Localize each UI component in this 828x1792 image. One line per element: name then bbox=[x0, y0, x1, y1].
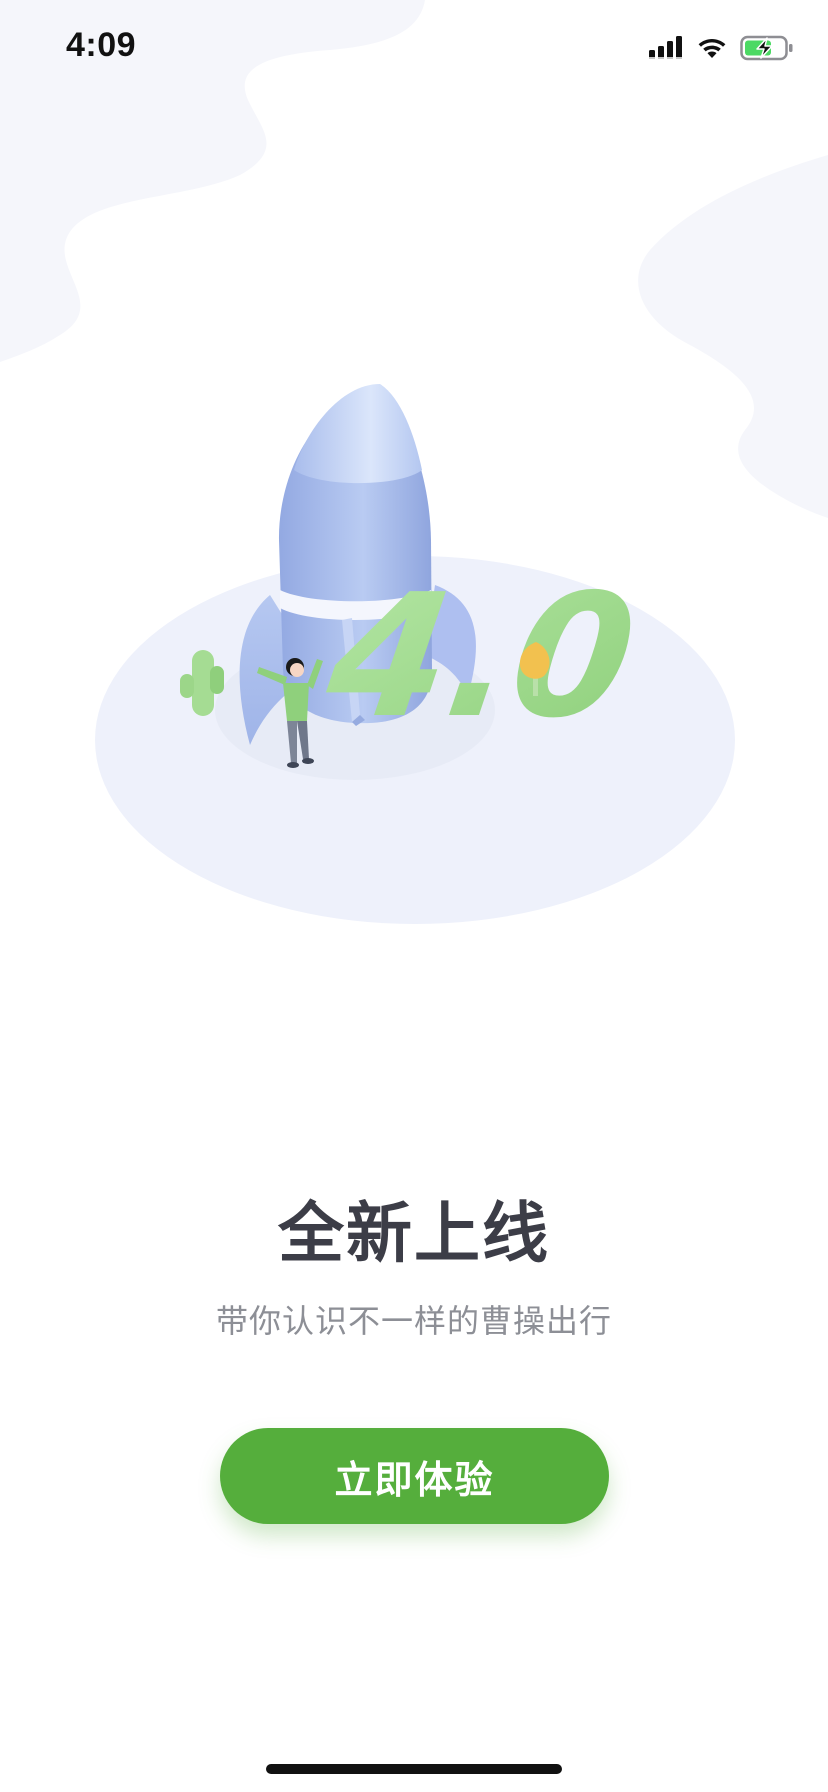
status-time: 4:09 bbox=[66, 26, 137, 64]
headline: 全新上线 bbox=[278, 1195, 550, 1272]
version-label-graphic: 4.0 bbox=[316, 558, 646, 756]
battery-charging-icon bbox=[740, 35, 793, 61]
cellular-signal-icon bbox=[649, 36, 682, 59]
status-bar: 4:09 bbox=[0, 0, 828, 100]
subtitle: 带你认识不一样的曹操出行 bbox=[215, 1302, 612, 1340]
wifi-icon bbox=[698, 38, 726, 58]
try-now-button[interactable]: 立即体验 bbox=[220, 1428, 609, 1524]
splash-screen: 4:09 4.0 全新上线 带你认识不一样的曹操出行 立即体验 bbox=[0, 0, 828, 1792]
rocket-illustration: 4.0 bbox=[95, 384, 735, 924]
svg-text:4.0: 4.0 bbox=[316, 558, 646, 756]
home-indicator[interactable] bbox=[266, 1764, 562, 1774]
status-icons bbox=[648, 32, 794, 64]
